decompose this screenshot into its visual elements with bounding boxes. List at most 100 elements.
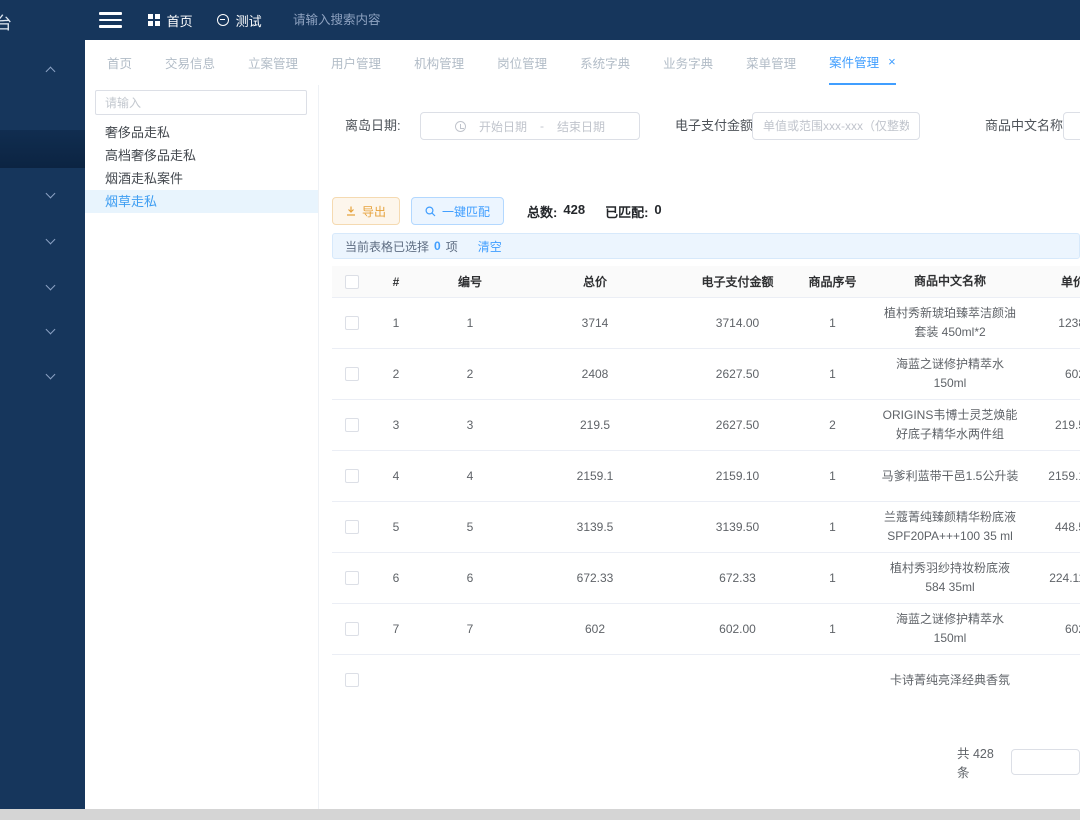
content-area: 首页交易信息立案管理用户管理机构管理岗位管理系统字典业务字典菜单管理 案件管理 …: [85, 40, 1080, 820]
product-name-input[interactable]: [1063, 112, 1080, 140]
product-name-filter-label: 商品中文名称:: [985, 112, 1067, 140]
selection-info-bar: 当前表格已选择 0 项 清空: [332, 233, 1080, 259]
cell-seq: 1: [805, 520, 860, 534]
grid-icon: [148, 14, 160, 26]
cell-index: 4: [372, 469, 420, 483]
cell-total: 3714: [520, 316, 670, 330]
chevron-up-icon[interactable]: [47, 64, 59, 76]
cell-payment: 602.00: [670, 622, 805, 636]
total-value: 428: [563, 202, 585, 221]
case-filter-input[interactable]: [95, 90, 307, 115]
row-checkbox[interactable]: [345, 571, 359, 585]
cell-code: 1: [420, 316, 520, 330]
case-type-item[interactable]: 烟酒走私案件: [85, 167, 318, 190]
date-range-picker[interactable]: 开始日期 - 结束日期: [420, 112, 640, 140]
pagination: 共 428 条: [957, 743, 1080, 781]
matched-value: 0: [654, 202, 661, 221]
tab-item[interactable]: 机构管理: [414, 40, 464, 85]
date-separator: -: [540, 119, 544, 133]
col-header-index: #: [372, 275, 420, 289]
brand-logo: 台: [0, 9, 12, 34]
chevron-down-icon[interactable]: [47, 236, 59, 248]
row-checkbox[interactable]: [345, 316, 359, 330]
selection-suffix: 项: [446, 238, 458, 255]
case-type-item[interactable]: 烟草走私: [85, 190, 318, 213]
cell-total: 2159.1: [520, 469, 670, 483]
payment-amount-input[interactable]: [752, 112, 920, 140]
cell-payment: 2627.50: [670, 418, 805, 432]
cell-product-name: 海蓝之谜修护精萃水 150ml: [860, 604, 1040, 654]
export-button[interactable]: 导出: [332, 197, 400, 225]
cell-unit-price: 1238: [1040, 316, 1080, 330]
cell-total: 219.5: [520, 418, 670, 432]
date-start-placeholder: 开始日期: [479, 118, 527, 135]
page-size-select[interactable]: [1011, 749, 1080, 775]
chevron-down-icon[interactable]: [47, 190, 59, 202]
date-filter-label: 离岛日期:: [345, 112, 401, 140]
topnav-home[interactable]: 首页: [148, 11, 193, 30]
pagination-total: 共 428 条: [957, 743, 999, 781]
one-click-match-button[interactable]: 一键匹配: [411, 197, 504, 225]
close-icon[interactable]: ×: [888, 55, 896, 68]
cell-code: 4: [420, 469, 520, 483]
cell-product-name: 海蓝之谜修护精萃水 150ml: [860, 349, 1040, 399]
tab-item[interactable]: 交易信息: [165, 40, 215, 85]
cell-payment: 3139.50: [670, 520, 805, 534]
cell-seq: 1: [805, 622, 860, 636]
tab-item[interactable]: 业务字典: [663, 40, 713, 85]
tab-item[interactable]: 系统字典: [580, 40, 630, 85]
row-checkbox[interactable]: [345, 520, 359, 534]
cell-product-name: 兰蔻菁纯臻颜精华粉底液SPF20PA+++100 35 ml: [860, 502, 1040, 552]
clear-selection-link[interactable]: 清空: [478, 238, 502, 255]
row-checkbox[interactable]: [345, 673, 359, 687]
col-header-payment: 电子支付金额: [670, 273, 805, 290]
row-checkbox[interactable]: [345, 418, 359, 432]
tab-item[interactable]: 岗位管理: [497, 40, 547, 85]
topbar-nav: 首页 测试: [148, 0, 262, 40]
topnav-home-label: 首页: [167, 11, 193, 30]
select-all-checkbox[interactable]: [345, 275, 359, 289]
hamburger-menu-icon[interactable]: [99, 12, 122, 28]
tab-item[interactable]: 用户管理: [331, 40, 381, 85]
cell-unit-price: 602: [1040, 622, 1080, 636]
chevron-down-icon[interactable]: [47, 371, 59, 383]
tab-item[interactable]: 首页: [107, 40, 132, 85]
cell-unit-price: 219.5: [1040, 418, 1080, 432]
case-type-item[interactable]: 高档奢侈品走私: [85, 144, 318, 167]
global-search-input[interactable]: [293, 8, 513, 32]
cell-code: 5: [420, 520, 520, 534]
tab-label: 案件管理: [829, 52, 879, 71]
cell-unit-price: 224.11: [1040, 571, 1080, 585]
cell-seq: 1: [805, 367, 860, 381]
chevron-down-icon[interactable]: [47, 326, 59, 338]
chevron-down-icon[interactable]: [47, 282, 59, 294]
cell-code: 3: [420, 418, 520, 432]
cell-payment: 672.33: [670, 571, 805, 585]
total-label: 总数:: [527, 202, 557, 221]
sidebar: [0, 40, 85, 810]
tab-item[interactable]: 菜单管理: [746, 40, 796, 85]
table-toolbar: 导出 一键匹配 总数: 428 已匹配: 0: [332, 197, 662, 225]
cell-index: 3: [372, 418, 420, 432]
cell-total: 2408: [520, 367, 670, 381]
tab-item[interactable]: 立案管理: [248, 40, 298, 85]
main-panel: 离岛日期: 开始日期 - 结束日期 电子支付金额: 商品中文名称:: [319, 85, 1080, 820]
cell-code: 2: [420, 367, 520, 381]
cell-product-name: ORIGINS韦博士灵芝焕能好底子精华水两件组: [860, 400, 1040, 450]
cell-seq: 1: [805, 571, 860, 585]
body-row: 奢侈品走私高档奢侈品走私烟酒走私案件烟草走私 离岛日期: 开始日期 - 结束日期…: [85, 85, 1080, 820]
topnav-test[interactable]: 测试: [217, 11, 262, 30]
cell-index: 2: [372, 367, 420, 381]
tab-case-management[interactable]: 案件管理 ×: [829, 40, 896, 85]
table-row: 3 3 219.5 2627.50 2 ORIGINS韦博士灵芝焕能好底子精华水…: [332, 400, 1080, 451]
results-table: # 编号 总价 电子支付金额 商品序号 商品中文名称 单价: [332, 266, 1080, 700]
cell-payment: 2159.10: [670, 469, 805, 483]
row-checkbox[interactable]: [345, 469, 359, 483]
sidebar-active-item[interactable]: [0, 130, 85, 168]
case-type-item[interactable]: 奢侈品走私: [85, 121, 318, 144]
row-checkbox[interactable]: [345, 622, 359, 636]
table-row: 1 1 3714 3714.00 1 植村秀新琥珀臻萃洁颜油套装 450ml*2…: [332, 298, 1080, 349]
row-checkbox[interactable]: [345, 367, 359, 381]
download-icon: [346, 206, 356, 216]
table-row: 2 2 2408 2627.50 1 海蓝之谜修护精萃水 150ml 602: [332, 349, 1080, 400]
